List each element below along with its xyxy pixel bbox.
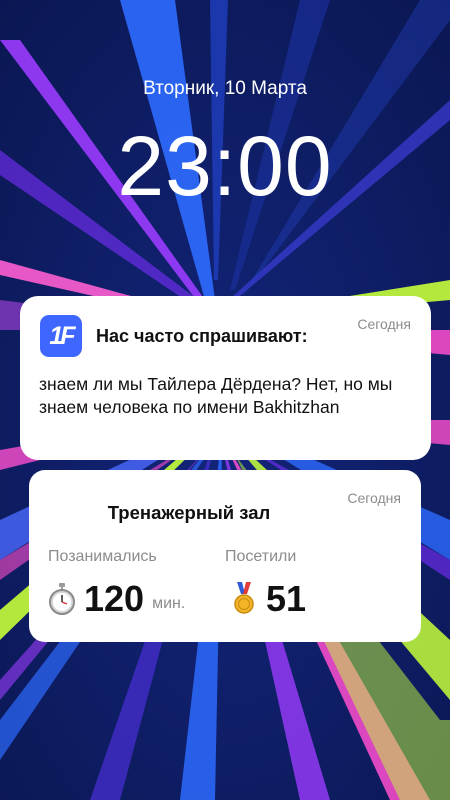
app-icon-1f: 1F (40, 315, 82, 357)
stat-value-visited: 51 (266, 578, 307, 619)
lockscreen-date: Вторник, 10 Марта (143, 78, 307, 99)
lockscreen-clock: 23:00 (117, 119, 333, 213)
medal-icon (234, 582, 254, 614)
notification-body: знаем ли мы Тайлера Дёрдена? Нет, но мы … (39, 374, 393, 417)
widget-time: Сегодня (347, 490, 401, 506)
stat-visited: 51 (230, 578, 306, 620)
notification-title: Нас часто спрашивают: (96, 326, 308, 346)
notification-time: Сегодня (357, 316, 411, 332)
stopwatch-icon (49, 583, 75, 615)
stat-label-trained: Позанимались (48, 548, 157, 565)
gym-widget[interactable]: Тренажерный зал Сегодня Позанимались Пос… (29, 470, 421, 642)
stat-label-visited: Посетили (225, 548, 297, 565)
widget-title: Тренажерный зал (107, 502, 271, 523)
stat-trained: 120 мин. (48, 578, 185, 620)
stat-unit-trained: мин. (152, 595, 186, 612)
notification-card[interactable]: 1F Нас часто спрашивают: Сегодня знаем л… (20, 296, 431, 460)
stat-value-trained: 120 (84, 578, 145, 619)
